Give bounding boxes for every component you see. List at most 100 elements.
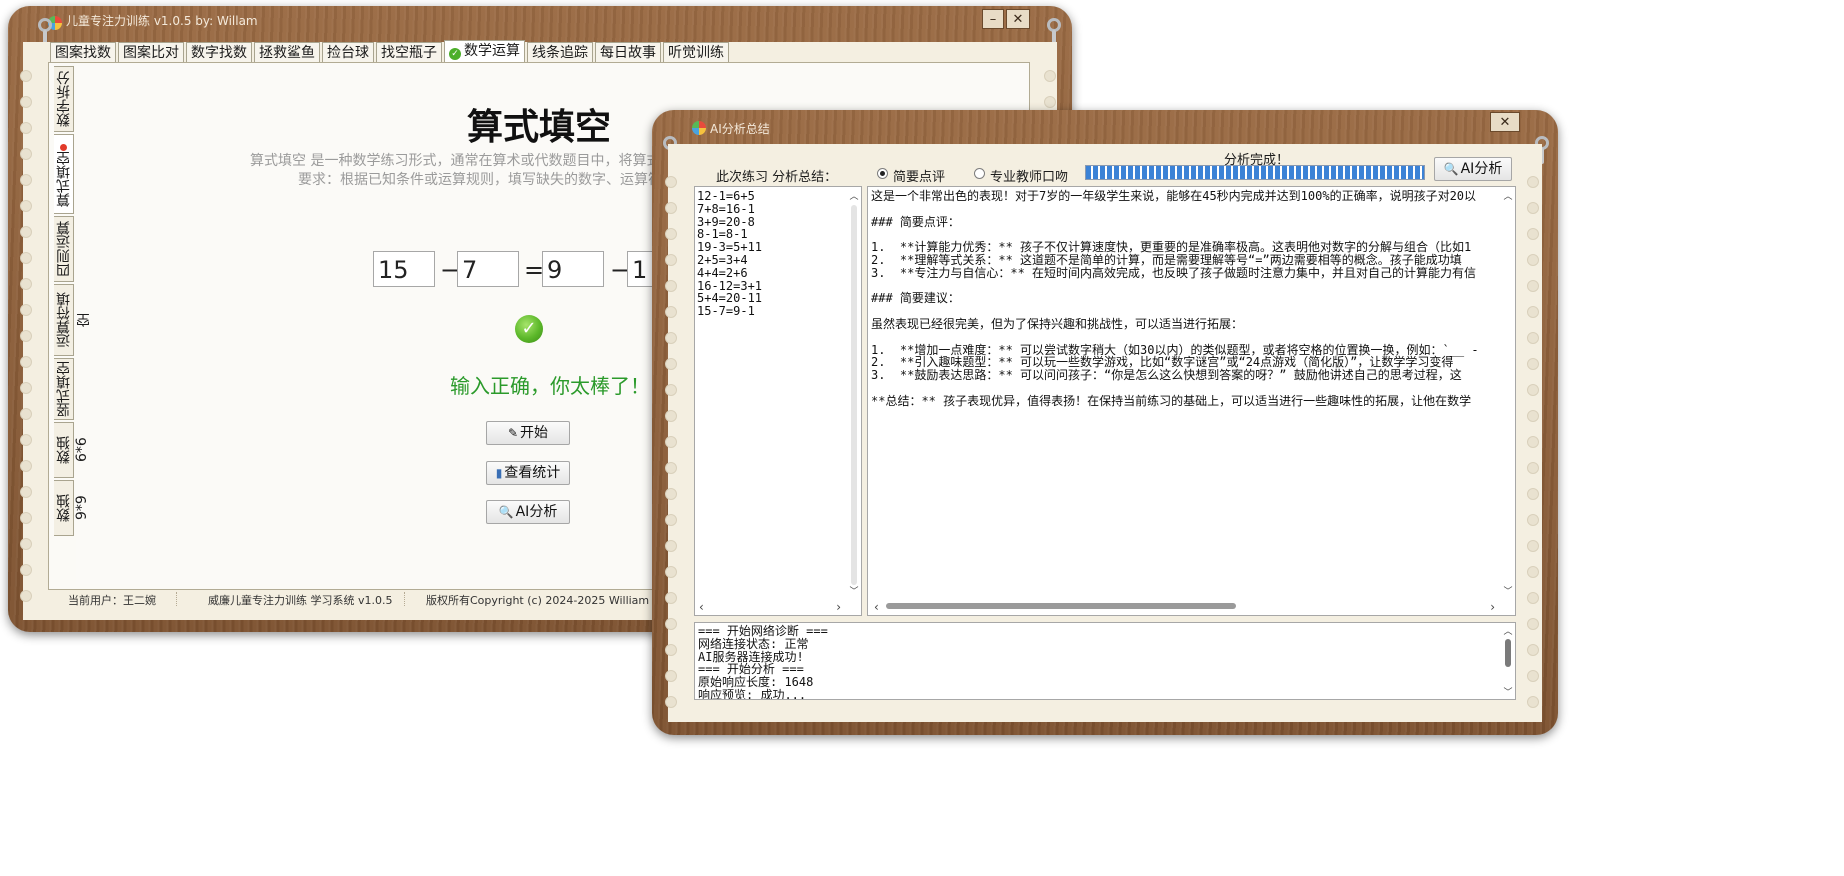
start-button[interactable]: ✎ 开始	[486, 421, 570, 445]
tab-empty-bottle[interactable]: 找空瓶子	[376, 42, 442, 63]
tab-pattern-find-number[interactable]: 图案找数	[50, 42, 116, 63]
equation-input-c[interactable]: 9	[542, 251, 604, 287]
magnifier-icon: 🔍	[498, 505, 514, 519]
ai-close-button[interactable]: ✕	[1490, 112, 1520, 132]
progress-fill	[1086, 166, 1424, 179]
minimize-button[interactable]: –	[982, 9, 1004, 29]
analysis-line: 3. **鼓励表达思路：** 可以问问孩子：“你是怎么这么快想到答案的呀？” 鼓…	[871, 368, 1462, 383]
side-tab-sudoku-9[interactable]: 数独9*9	[54, 480, 90, 536]
ai-analyze-button-label: AI分析	[1460, 161, 1503, 177]
side-tab-equation-fill-label: 算式填空	[56, 151, 72, 208]
scroll-right-icon[interactable]: ›	[1490, 600, 1495, 614]
analysis-line: 虽然表现已经很完美，但为了保持兴趣和挑战性，可以适当进行拓展：	[871, 316, 1244, 331]
ai-titlebar[interactable]: AI分析总结 ✕	[652, 110, 1558, 146]
exercise-list-scrollbar[interactable]: ︿ ﹀	[847, 187, 861, 615]
tab-billiards[interactable]: 捡台球	[322, 42, 374, 63]
analysis-text: 这是一个非常出色的表现！对于7岁的一年级学生来说，能够在45秒内完成并达到100…	[871, 190, 1479, 408]
analysis-line: 3. **专注力与自信心：** 在短时间内高效完成，也反映了孩子做题时注意力集中…	[871, 265, 1477, 280]
scroll-down-icon[interactable]: ﹀	[1501, 584, 1515, 597]
log-scroll-thumb[interactable]	[1505, 639, 1511, 667]
tab-line-tracing[interactable]: 线条追踪	[527, 42, 593, 63]
scroll-right-icon[interactable]: ›	[836, 600, 841, 614]
side-tab-vertical-fill[interactable]: 竖式填空	[54, 358, 74, 420]
side-tab-equation-fill[interactable]: 算式填空	[54, 134, 74, 214]
analysis-line: ### 简要建议：	[871, 291, 960, 306]
scroll-up-icon[interactable]: ︿	[847, 189, 861, 202]
exercise-list-box[interactable]: 12-1=6+5 7+8=16-1 3+9=20-8 8-1=8-1 19-3=5+11…	[694, 186, 862, 616]
ai-analysis-button[interactable]: 🔍 AI分析	[486, 500, 570, 524]
tab-audio-training[interactable]: 听觉训练	[663, 42, 729, 63]
close-button[interactable]: ✕	[1006, 9, 1030, 29]
equation-input-a[interactable]: 15	[373, 251, 435, 287]
tab-pattern-compare[interactable]: 图案比对	[118, 42, 184, 63]
exercise-list: 12-1=6+5 7+8=16-1 3+9=20-8 8-1=8-1 19-3=5+11…	[697, 190, 762, 318]
radio-brief-label[interactable]: 简要点评	[893, 166, 945, 185]
analysis-vscrollbar[interactable]: ︿ ﹀	[1501, 187, 1515, 615]
scroll-track	[851, 205, 857, 585]
log-line: 网络连接状态: 正常	[698, 636, 809, 651]
side-tab-four-operations[interactable]: 四则运算	[54, 216, 74, 282]
radio-brief[interactable]	[877, 168, 888, 179]
ai-right-punch-holes	[1527, 176, 1541, 722]
equation-input-b[interactable]: 7	[457, 251, 519, 287]
scroll-left-icon[interactable]: ‹	[874, 600, 879, 614]
app-icon	[692, 121, 706, 135]
exercise-title: 算式填空	[467, 107, 612, 148]
view-stats-button[interactable]: ▮ 查看统计	[486, 461, 570, 485]
tab-number-find[interactable]: 数字找数	[186, 42, 252, 63]
radio-professional[interactable]	[974, 168, 985, 179]
side-tab-number-split[interactable]: 数字拆分	[54, 66, 74, 132]
analysis-line	[871, 382, 1479, 395]
status-system-name: 威廉儿童专注力训练 学习系统 v1.0.5	[208, 594, 393, 607]
main-titlebar[interactable]: 儿童专注力训练 v1.0.5 by: Willam – ✕	[8, 6, 1072, 42]
status-copyright: 版权所有Copyright (c) 2024-2025 William Lv. …	[426, 594, 679, 607]
tab-math[interactable]: ✓ 数学运算	[444, 40, 525, 63]
magnifier-icon: 🔍	[1443, 162, 1459, 176]
main-window-title: 儿童专注力训练 v1.0.5 by: Willam	[66, 14, 258, 28]
pencil-icon: ✎	[507, 426, 519, 440]
exercise-requirement: 要求：根据已知条件或运算规则，填写缺失的数字、运算符	[298, 172, 662, 188]
exercise-item: 7+8=16-1	[697, 201, 755, 216]
status-divider	[176, 592, 178, 606]
analysis-hscrollbar[interactable]: ‹ ›	[868, 599, 1515, 615]
start-button-label: 开始	[520, 425, 549, 441]
radio-professional-label[interactable]: 专业教师口吻	[990, 166, 1068, 185]
tab-save-shark[interactable]: 拯救鲨鱼	[254, 42, 320, 63]
ai-analyze-button[interactable]: 🔍 AI分析	[1434, 157, 1512, 181]
analysis-progress-bar	[1085, 165, 1425, 180]
hscroll-thumb[interactable]	[886, 603, 1236, 609]
ai-window-title: AI分析总结	[710, 122, 770, 136]
scroll-left-icon[interactable]: ‹	[699, 600, 704, 614]
tab-daily-story[interactable]: 每日故事	[595, 42, 661, 63]
correct-check-icon: ✓	[515, 315, 543, 343]
scroll-up-icon[interactable]: ︿	[1501, 624, 1515, 637]
log-box[interactable]: === 开始网络诊断 === 网络连接状态: 正常 AI服务器连接成功! === 开始…	[694, 622, 1516, 700]
analysis-line	[871, 331, 1479, 344]
scroll-up-icon[interactable]: ︿	[1501, 189, 1515, 202]
side-tab-sudoku-6[interactable]: 数独6*6	[54, 422, 90, 478]
ai-analysis-button-label: AI分析	[515, 504, 558, 520]
log-text: === 开始网络诊断 === 网络连接状态: 正常 AI服务器连接成功! === 开始…	[698, 624, 828, 700]
log-line: === 开始网络诊断 ===	[698, 624, 828, 638]
analysis-line: ### 简要点评：	[871, 214, 960, 229]
status-current-user: 当前用户：王二婉	[68, 594, 156, 607]
binder-ring-icon	[1047, 18, 1061, 46]
log-line: 响应预览: 成功...	[698, 687, 807, 700]
summary-label: 此次练习 分析总结：	[716, 170, 838, 185]
exercise-item: 2+5=3+4	[697, 252, 748, 267]
exercise-list-hscrollbar[interactable]: ‹ ›	[695, 599, 861, 615]
top-tab-bar: 图案找数 图案比对 数字找数 拯救鲨鱼 捡台球 找空瓶子 ✓ 数学运算 线条追踪 …	[50, 40, 731, 64]
side-tab-bar: 数字拆分 算式填空 四则运算 运算符填空 竖式填空 数独6*6 数独9*9	[54, 66, 92, 538]
exercise-item: 12-1=6+5	[697, 189, 755, 203]
bar-chart-icon: ▮	[495, 466, 503, 480]
tab-math-label: 数学运算	[464, 43, 520, 59]
scroll-down-icon[interactable]: ﹀	[847, 584, 861, 597]
check-icon: ✓	[449, 48, 461, 60]
scroll-down-icon[interactable]: ﹀	[1501, 685, 1515, 698]
log-scrollbar[interactable]: ︿ ﹀	[1501, 623, 1515, 699]
side-tab-operator-fill[interactable]: 运算符填空	[54, 284, 92, 356]
exercise-item: 15-7=9-1	[697, 304, 755, 319]
analysis-text-box[interactable]: 这是一个非常出色的表现！对于7岁的一年级学生来说，能够在45秒内完成并达到100…	[867, 186, 1516, 616]
binder-ring-icon	[38, 18, 52, 46]
exercise-item: 4+4=2+6	[697, 265, 748, 280]
